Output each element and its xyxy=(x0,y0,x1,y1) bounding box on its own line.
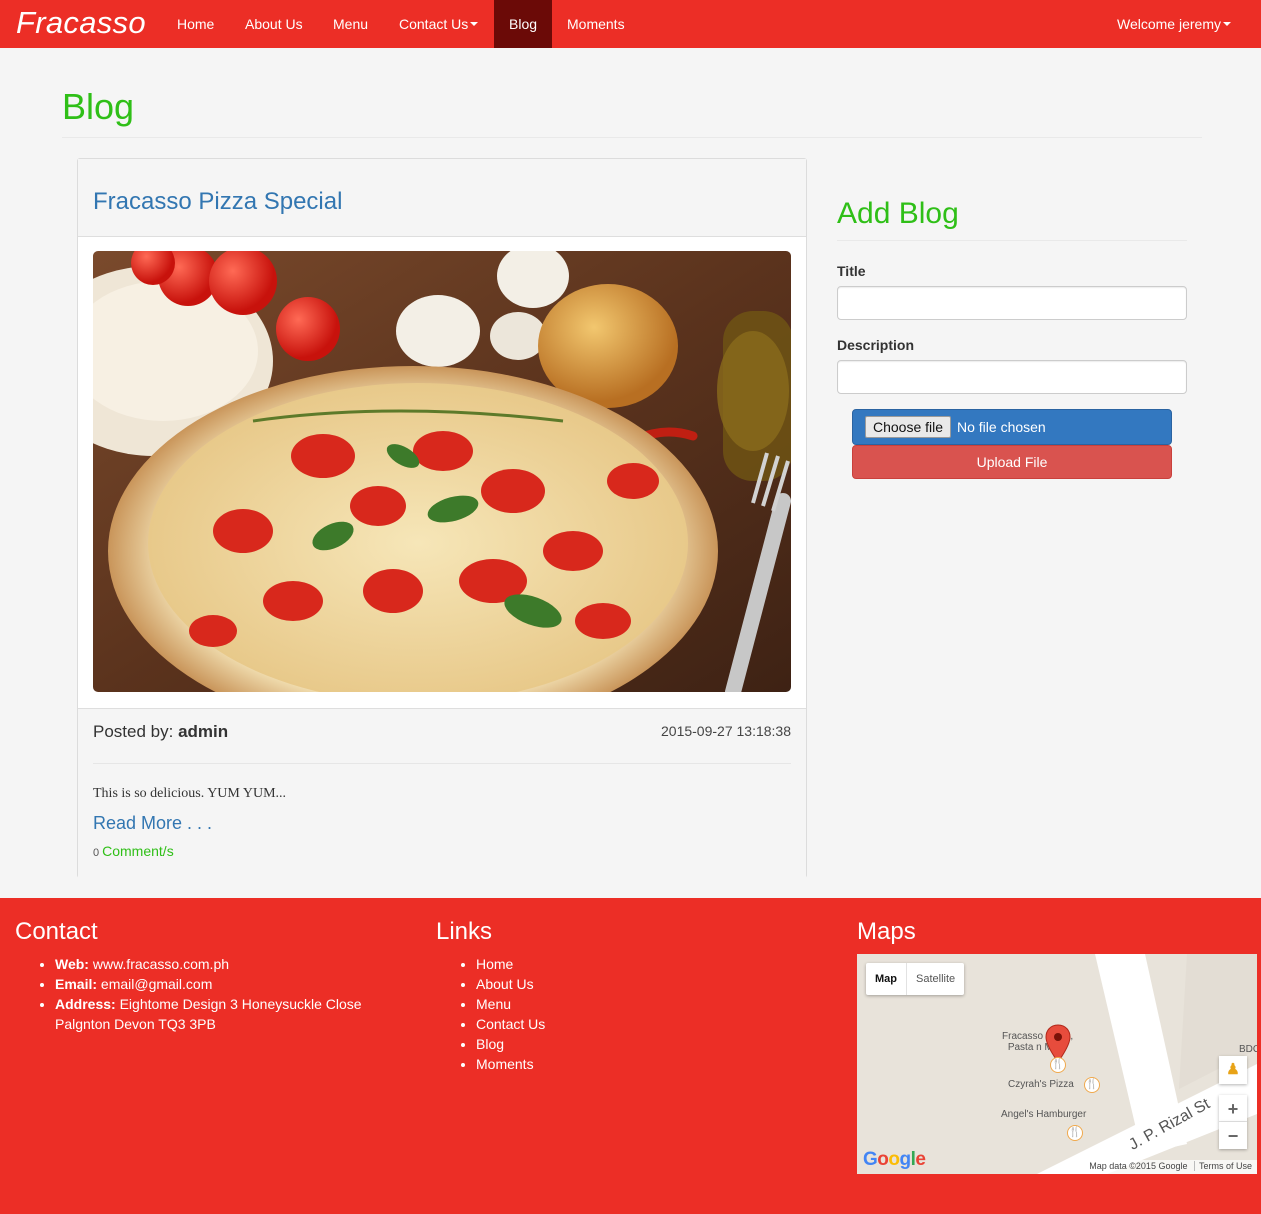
nav-moments[interactable]: Moments xyxy=(567,0,625,48)
footer-link-contact-us[interactable]: Contact Us xyxy=(476,1014,545,1034)
zoom-in-button[interactable]: + xyxy=(1219,1095,1247,1122)
links-heading: Links xyxy=(436,918,493,945)
footer-link-blog[interactable]: Blog xyxy=(476,1034,545,1054)
top-navbar: Fracasso Home About Us Menu Contact Us B… xyxy=(0,0,1261,48)
comment-count: 0 xyxy=(93,847,100,859)
page-title: Blog xyxy=(62,86,135,127)
nav-home[interactable]: Home xyxy=(177,0,214,48)
zoom-out-button[interactable]: − xyxy=(1219,1122,1247,1149)
contact-address: Address: Eightome Design 3 Honeysuckle C… xyxy=(55,994,415,1034)
contact-email: Email: email@gmail.com xyxy=(55,974,415,994)
post-author: admin xyxy=(178,722,229,741)
contact-list: Web: www.fracasso.com.ph Email: email@gm… xyxy=(55,954,415,1034)
choose-file-button[interactable]: Choose file xyxy=(865,416,952,438)
contact-web: Web: www.fracasso.com.ph xyxy=(55,954,415,974)
comments-link[interactable]: 0 Comment/s xyxy=(93,843,174,859)
posted-by: Posted by: admin xyxy=(93,722,228,742)
nav-about-us[interactable]: About Us xyxy=(245,0,303,48)
user-welcome-label: Welcome jeremy xyxy=(1117,16,1221,32)
map-edge-label: BDO xyxy=(1239,1044,1257,1055)
comment-label: Comment/s xyxy=(102,843,174,859)
google-logo: Google xyxy=(863,1149,926,1170)
nav-contact-us-label: Contact Us xyxy=(399,16,469,32)
divider xyxy=(62,137,1202,138)
contact-heading: Contact xyxy=(15,918,98,945)
description-input[interactable] xyxy=(837,360,1187,394)
post-footer: Posted by: admin 2015-09-27 13:18:38 Thi… xyxy=(78,708,806,878)
caret-down-icon xyxy=(470,22,479,27)
read-more-link[interactable]: Read More . . . xyxy=(93,813,212,834)
footer-links: Home About Us Menu Contact Us Blog Momen… xyxy=(476,954,545,1074)
footer-link-about-us[interactable]: About Us xyxy=(476,974,545,994)
map-place-angels[interactable]: Angel's Hamburger xyxy=(1001,1109,1086,1120)
post-image xyxy=(93,251,791,692)
footer-link-moments[interactable]: Moments xyxy=(476,1054,545,1074)
pegman-icon[interactable]: ♟ xyxy=(1219,1056,1247,1084)
map-place-czyrah[interactable]: Czyrah's Pizza xyxy=(1008,1079,1074,1090)
web-label: Web: xyxy=(55,956,89,972)
map-tab-satellite[interactable]: Satellite xyxy=(907,963,964,995)
caret-down-icon xyxy=(1223,22,1231,27)
map-type-control: Map Satellite xyxy=(866,963,965,995)
divider xyxy=(837,240,1187,241)
email-value: email@gmail.com xyxy=(100,976,213,992)
restaurant-icon[interactable]: 🍴 xyxy=(1050,1057,1066,1073)
file-status: No file chosen xyxy=(957,419,1046,435)
post-title[interactable]: Fracasso Pizza Special xyxy=(93,188,342,216)
title-input[interactable] xyxy=(837,286,1187,320)
footer-link-home[interactable]: Home xyxy=(476,954,545,974)
post-description: This is so delicious. YUM YUM... xyxy=(93,786,287,801)
post-date: 2015-09-27 13:18:38 xyxy=(661,723,791,739)
upload-file-button[interactable]: Upload File xyxy=(852,445,1172,479)
title-label: Title xyxy=(837,263,866,279)
nav-contact-us[interactable]: Contact Us xyxy=(399,0,479,48)
email-label: Email: xyxy=(55,976,98,992)
google-map[interactable]: Map Satellite Fracasso Pizza, Pasta n Mo… xyxy=(857,954,1257,1174)
maps-heading: Maps xyxy=(857,918,916,945)
description-label: Description xyxy=(837,337,915,353)
blog-post-card: Fracasso Pizza Special Posted by: admin … xyxy=(77,158,807,878)
file-input[interactable]: Choose file No file chosen xyxy=(852,409,1172,445)
map-data-label: Map data ©2015 Google xyxy=(1089,1161,1188,1171)
pizza-photo xyxy=(93,251,791,692)
map-tab-map[interactable]: Map xyxy=(866,963,907,995)
map-attribution: Map data ©2015 Google Terms of Use xyxy=(1084,1160,1257,1174)
footer-link-menu[interactable]: Menu xyxy=(476,994,545,1014)
map-terms-link[interactable]: Terms of Use xyxy=(1193,1161,1252,1171)
post-header: Fracasso Pizza Special xyxy=(78,159,806,237)
nav-menu[interactable]: Menu xyxy=(333,0,368,48)
brand-logo[interactable]: Fracasso xyxy=(16,5,146,41)
address-label: Address: xyxy=(55,996,116,1012)
divider xyxy=(93,763,791,764)
user-menu[interactable]: Welcome jeremy xyxy=(1117,0,1231,48)
add-blog-heading: Add Blog xyxy=(837,197,959,230)
nav-blog[interactable]: Blog xyxy=(494,0,553,48)
restaurant-icon[interactable]: 🍴 xyxy=(1067,1125,1083,1141)
posted-by-label: Posted by: xyxy=(93,722,174,741)
restaurant-icon[interactable]: 🍴 xyxy=(1084,1077,1100,1093)
web-value: www.fracasso.com.ph xyxy=(92,956,230,972)
